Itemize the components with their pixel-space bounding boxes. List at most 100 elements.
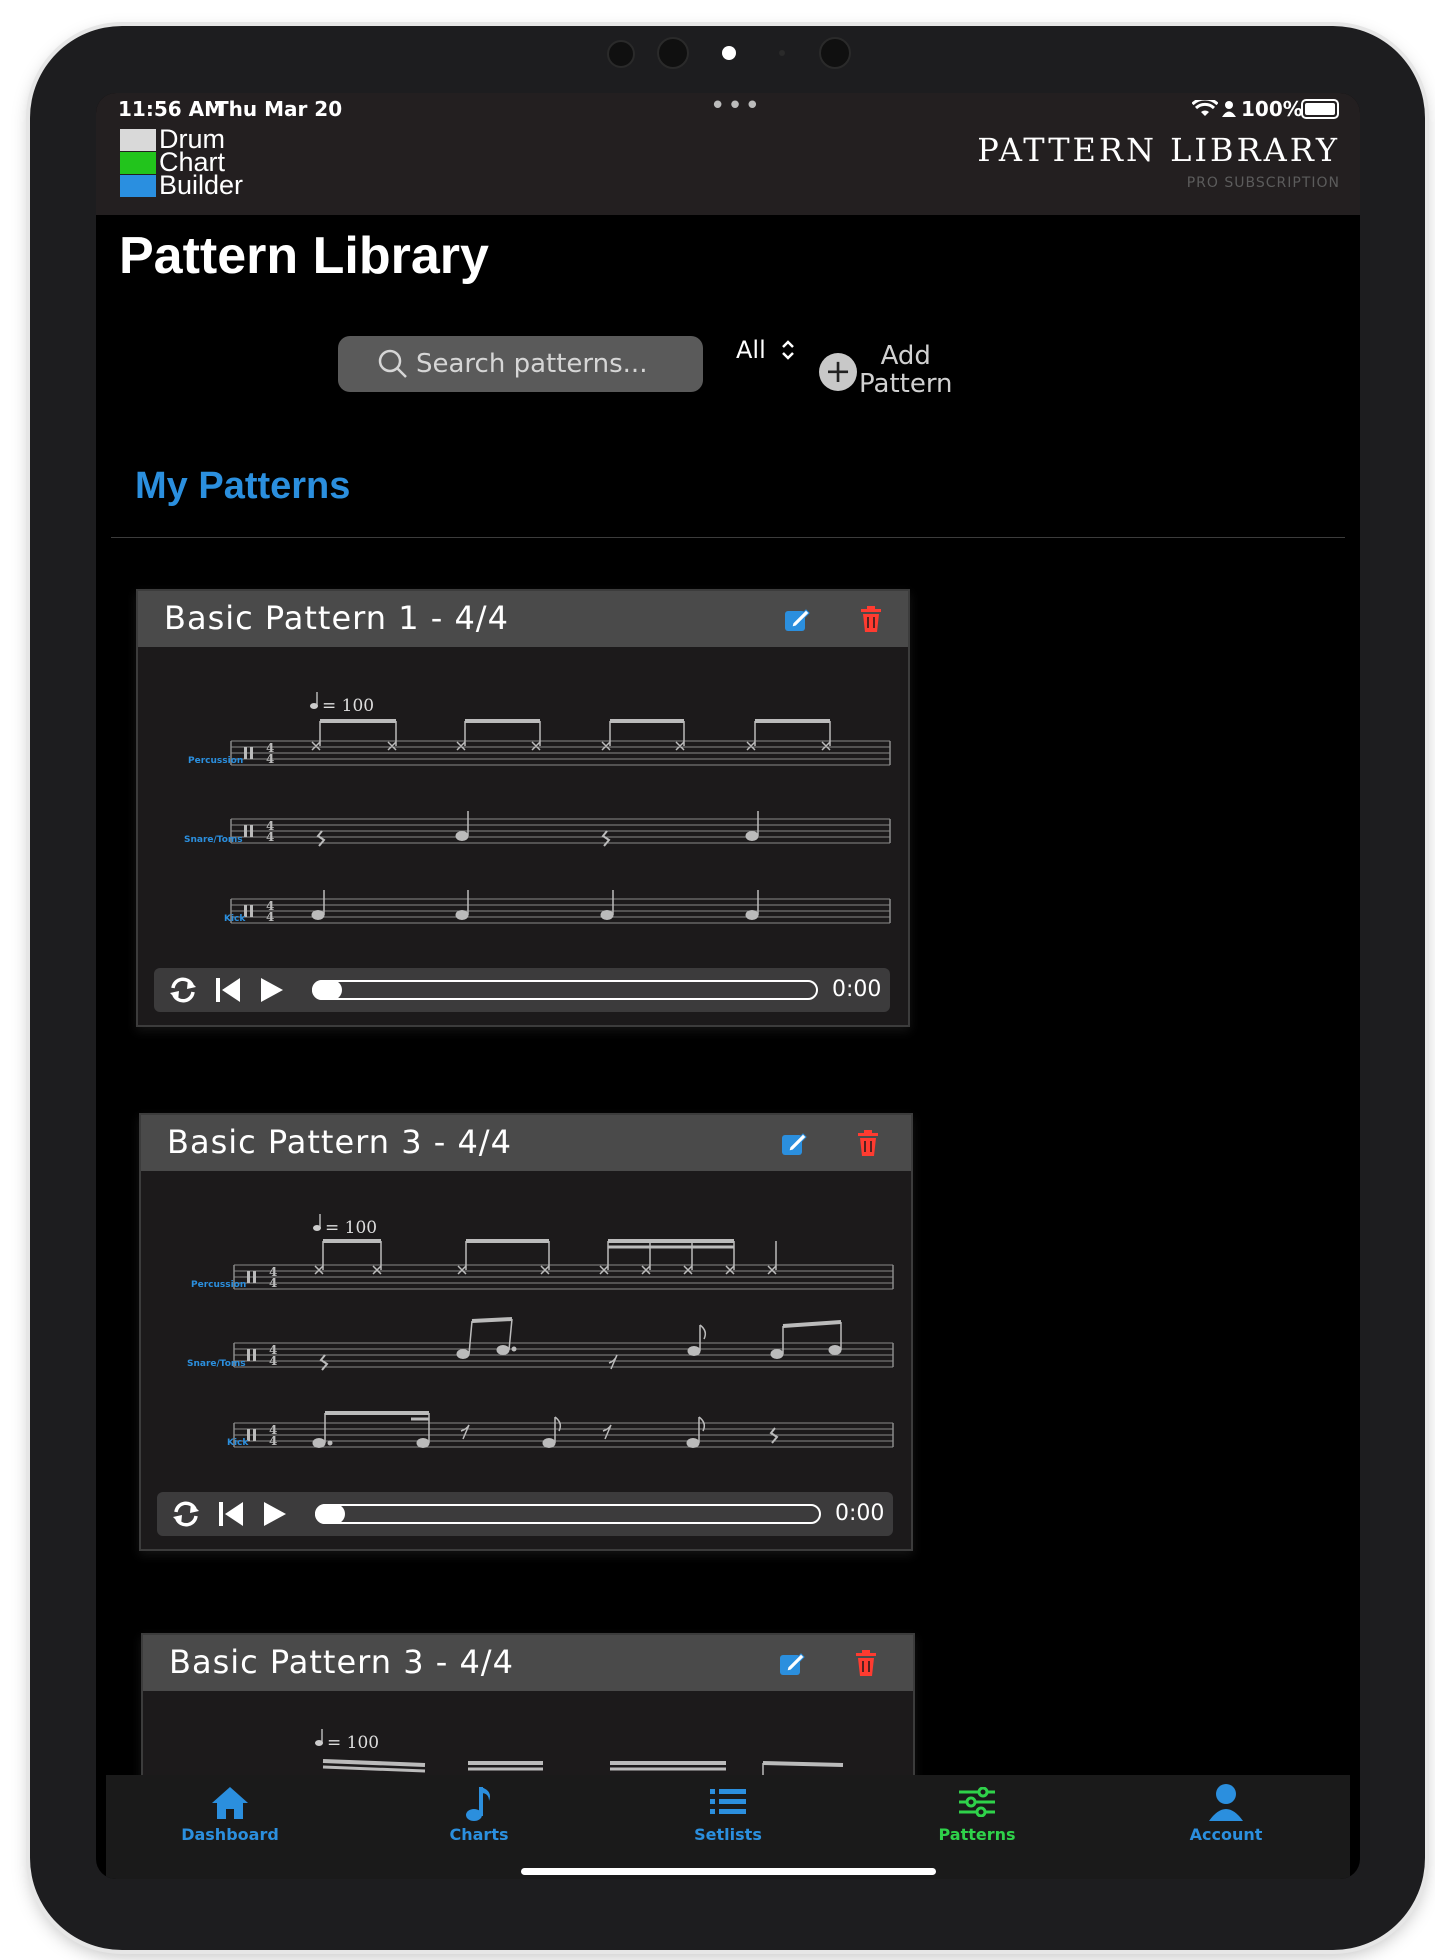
- page-title: Pattern Library: [119, 227, 489, 285]
- tab-label: Setlists: [694, 1825, 762, 1844]
- progress-slider[interactable]: [312, 980, 818, 1000]
- app-logo: Drum Chart Builder: [120, 126, 260, 200]
- time-readout: 0:00: [835, 1501, 885, 1526]
- edit-icon[interactable]: [784, 607, 810, 633]
- svg-text:4: 4: [269, 1276, 277, 1290]
- tab-label: Account: [1189, 1825, 1263, 1844]
- house-icon: [212, 1787, 248, 1819]
- camera-sensor-icon: [657, 37, 689, 69]
- battery-icon: [1301, 99, 1339, 119]
- logo-block: [120, 129, 156, 151]
- trash-icon[interactable]: [853, 1650, 879, 1676]
- tempo-text: = 100: [322, 696, 374, 716]
- snare-notes: [319, 1317, 842, 1371]
- staff-group: 444444: [230, 740, 891, 924]
- camera-sensor-icon: [819, 37, 851, 69]
- hihat-notes: [311, 719, 831, 751]
- wifi-icon: [1192, 100, 1218, 116]
- section-title-my-patterns: My Patterns: [135, 465, 351, 507]
- logo-block: [120, 152, 156, 174]
- search-input[interactable]: Search patterns...: [338, 336, 703, 392]
- play-icon[interactable]: [260, 977, 284, 1003]
- app-screen: 11:56 AM Thu Mar 20 ••• 100% Drum Chart …: [96, 93, 1360, 1879]
- staff-label: Percussion: [191, 1280, 246, 1290]
- progress-slider[interactable]: [315, 1504, 821, 1524]
- camera-sensor-icon: [607, 40, 635, 68]
- skip-back-icon[interactable]: [214, 977, 242, 1003]
- hihat-notes: [314, 1239, 777, 1275]
- loop-icon[interactable]: [171, 1500, 201, 1528]
- slider-thumb[interactable]: [315, 1504, 345, 1524]
- tab-label: Patterns: [938, 1825, 1016, 1844]
- tab-charts[interactable]: Charts: [389, 1775, 569, 1855]
- tab-setlists[interactable]: Setlists: [638, 1775, 818, 1855]
- staff-label: Snare/Toms: [184, 835, 243, 845]
- camera-flash-icon: [779, 50, 785, 56]
- add-label-line: Add: [880, 341, 931, 371]
- card-header: Basic Pattern 3 - 4/4: [143, 1635, 913, 1691]
- svg-text:4: 4: [266, 752, 274, 766]
- tab-dashboard[interactable]: Dashboard: [140, 1775, 320, 1855]
- multitask-dots[interactable]: •••: [710, 93, 762, 121]
- audio-player: 0:00: [157, 1492, 893, 1536]
- tab-label: Charts: [449, 1825, 509, 1844]
- card-title: Basic Pattern 3 - 4/4: [169, 1643, 514, 1681]
- tempo-text: = 100: [325, 1218, 377, 1238]
- header-title: PATTERN LIBRARY: [977, 131, 1340, 169]
- list-icon: [710, 1789, 746, 1814]
- person-icon: [1209, 1784, 1243, 1821]
- staff-label: Snare/Toms: [187, 1359, 246, 1369]
- camera-lens-icon: [722, 46, 736, 60]
- svg-text:4: 4: [269, 1354, 277, 1368]
- logo-block: [120, 175, 156, 197]
- staff-label: Kick: [227, 1438, 249, 1448]
- plus-icon: +: [824, 352, 852, 390]
- svg-text:4: 4: [269, 1434, 277, 1448]
- card-header: Basic Pattern 1 - 4/4: [138, 591, 908, 647]
- edit-icon[interactable]: [779, 1651, 805, 1677]
- drum-notation: 444444 = 100 Percussion Snare/Toms Kick: [187, 1214, 894, 1448]
- add-pattern-label[interactable]: Add Pattern: [859, 342, 953, 398]
- tempo-mark: = 100: [315, 1729, 379, 1753]
- trash-icon[interactable]: [855, 1130, 881, 1156]
- card-title: Basic Pattern 1 - 4/4: [164, 599, 509, 637]
- loop-icon[interactable]: [168, 976, 198, 1004]
- battery-percent: 100%: [1241, 97, 1303, 121]
- header-subtitle: PRO SUBSCRIPTION: [1186, 175, 1340, 191]
- kick-notes: [312, 1411, 779, 1448]
- logo-text: Builder: [159, 170, 244, 200]
- add-pattern-button[interactable]: +: [819, 353, 857, 391]
- sliders-icon: [959, 1787, 995, 1817]
- staff-group: 444444: [233, 1264, 894, 1448]
- status-time: 11:56 AM: [118, 97, 225, 121]
- play-icon[interactable]: [263, 1501, 287, 1527]
- edit-icon[interactable]: [781, 1131, 807, 1157]
- filter-select[interactable]: All: [736, 336, 794, 364]
- home-indicator[interactable]: [521, 1868, 936, 1875]
- search-placeholder: Search patterns...: [416, 349, 648, 379]
- card-title: Basic Pattern 3 - 4/4: [167, 1123, 512, 1161]
- search-icon: [378, 349, 407, 378]
- music-note-icon: [466, 1787, 490, 1821]
- tempo-text: = 100: [327, 1733, 379, 1753]
- staff-label: Kick: [224, 914, 246, 924]
- add-label-line: Pattern: [859, 369, 953, 399]
- person-status-icon: [1222, 101, 1236, 117]
- app-header: 11:56 AM Thu Mar 20 ••• 100% Drum Chart …: [96, 93, 1360, 215]
- card-header: Basic Pattern 3 - 4/4: [141, 1115, 911, 1171]
- pattern-card[interactable]: Basic Pattern 3 - 4/4 444444 = 100 Percu…: [139, 1113, 913, 1551]
- audio-player: 0:00: [154, 968, 890, 1012]
- staff-label: Percussion: [188, 756, 243, 766]
- pattern-card[interactable]: Basic Pattern 1 - 4/4 444444 = 100 Percu…: [136, 589, 910, 1027]
- tab-patterns[interactable]: Patterns: [887, 1775, 1067, 1855]
- time-readout: 0:00: [832, 977, 882, 1002]
- section-divider: [111, 537, 1345, 538]
- tempo-mark: = 100: [310, 692, 374, 716]
- tempo-mark: = 100: [313, 1214, 377, 1238]
- tab-account[interactable]: Account: [1136, 1775, 1316, 1855]
- trash-icon[interactable]: [858, 606, 884, 632]
- snare-notes: [316, 811, 759, 847]
- tab-label: Dashboard: [181, 1825, 279, 1844]
- slider-thumb[interactable]: [312, 980, 342, 1000]
- skip-back-icon[interactable]: [217, 1501, 245, 1527]
